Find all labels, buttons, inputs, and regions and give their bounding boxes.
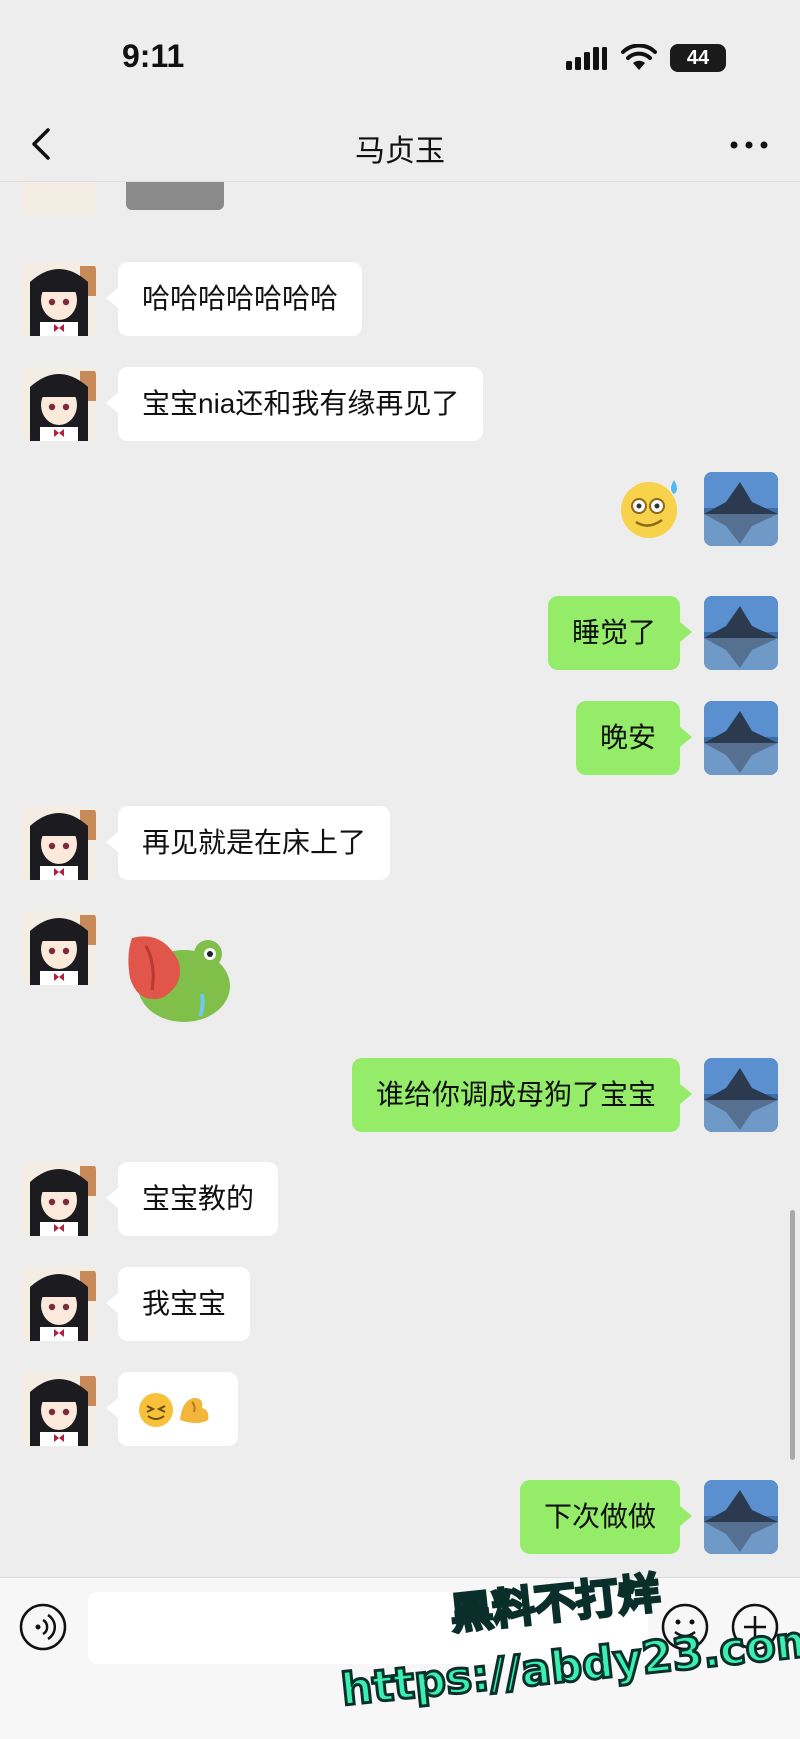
- my-avatar[interactable]: [704, 1480, 778, 1554]
- message-bubble-sent[interactable]: 下次做做: [519, 1480, 693, 1554]
- frog-tongue-sticker[interactable]: [122, 924, 232, 1024]
- chat-header: 马贞玉: [0, 108, 800, 182]
- contact-avatar[interactable]: [22, 806, 96, 880]
- cellular-signal-icon: [566, 47, 607, 70]
- contact-avatar[interactable]: [22, 1372, 96, 1446]
- message-bubble-received[interactable]: 宝宝教的: [105, 1162, 279, 1236]
- watermark-url: https://abdy23.com: [337, 1613, 800, 1717]
- grin-flex-emoji: [139, 1393, 209, 1427]
- message-bubble-sent[interactable]: 谁给你调成母狗了宝宝: [351, 1058, 693, 1132]
- battery-icon: 44: [670, 44, 726, 72]
- wifi-icon: [621, 44, 657, 70]
- my-avatar[interactable]: [704, 472, 778, 546]
- contact-avatar[interactable]: [22, 1267, 96, 1341]
- message-bubble-received[interactable]: 我宝宝: [105, 1267, 251, 1341]
- contact-avatar[interactable]: [22, 182, 96, 216]
- status-time: 9:11: [122, 38, 185, 74]
- message-bubble-sent[interactable]: 晚安: [575, 701, 693, 775]
- message-bubble-received[interactable]: 宝宝nia还和我有缘再见了: [105, 367, 484, 441]
- message-list[interactable]: 哈哈哈哈哈哈哈 宝宝nia还和我有缘再见了 睡觉了 晚安 再见就是在床上了 谁给…: [0, 182, 800, 1577]
- message-bubble-sent[interactable]: 睡觉了: [547, 596, 693, 670]
- message-bubble-received[interactable]: 再见就是在床上了: [105, 806, 391, 880]
- message-bubble-received[interactable]: [106, 1372, 238, 1446]
- chat-title: 马贞玉: [355, 135, 445, 168]
- contact-avatar[interactable]: [22, 1162, 96, 1236]
- message-bubble-received[interactable]: 哈哈哈哈哈哈哈: [105, 262, 363, 336]
- contact-avatar[interactable]: [22, 262, 96, 336]
- voice-input-icon[interactable]: [18, 1602, 68, 1652]
- watermark: 黑料不打烊 https://abdy23.com: [330, 1560, 800, 1730]
- watermark-text: 黑料不打烊: [447, 1567, 664, 1641]
- my-avatar[interactable]: [704, 596, 778, 670]
- cat-photo-sticker[interactable]: [126, 182, 224, 210]
- scrollbar[interactable]: [790, 1210, 795, 1460]
- my-avatar[interactable]: [704, 1058, 778, 1132]
- contact-avatar[interactable]: [22, 367, 96, 441]
- more-options-icon[interactable]: [724, 128, 774, 162]
- my-avatar[interactable]: [704, 701, 778, 775]
- status-bar: 9:11 44: [0, 0, 800, 108]
- contact-avatar[interactable]: [22, 911, 96, 985]
- sweat-smile-emoji[interactable]: [616, 472, 686, 542]
